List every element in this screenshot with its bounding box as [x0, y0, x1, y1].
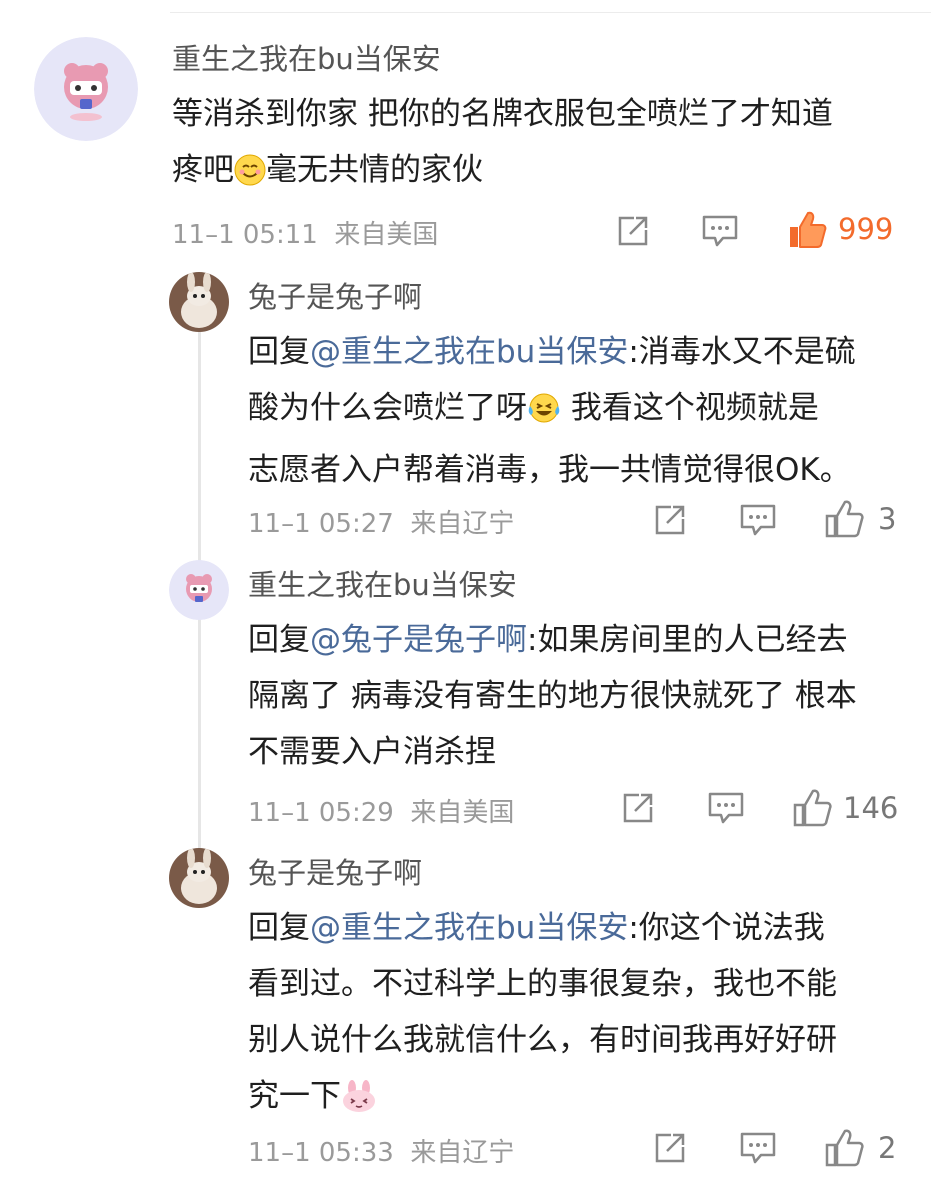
avatar-main-user[interactable] [169, 560, 229, 620]
comment-icon[interactable] [738, 1130, 778, 1166]
thumbs-up-icon[interactable] [822, 1126, 866, 1170]
comment-icon[interactable] [706, 790, 746, 826]
top-divider [170, 12, 931, 13]
main-meta: 11–1 05:11 来自美国 [172, 220, 439, 250]
main-comment-text: 等消杀到你家 把你的名牌衣服包全喷烂了才知道 疼吧 毫无共情的家伙 [172, 86, 912, 204]
mention-link[interactable]: @重生之我在bu当保安 [310, 334, 628, 370]
avatar-main-user[interactable] [34, 37, 138, 141]
share-icon[interactable] [620, 790, 656, 826]
mention-link[interactable]: @兔子是兔子啊 [310, 622, 527, 658]
main-like-count: 999 [838, 212, 894, 246]
reply-1-text: 回复@重生之我在bu当保安:消毒水又不是硫 酸为什么会喷烂了呀 我看这个视频就是… [248, 334, 856, 488]
main-username[interactable]: 重生之我在bu当保安 [172, 36, 441, 78]
reply-2-username[interactable]: 重生之我在bu当保安 [248, 562, 517, 604]
reply-1-meta: 11–1 05:27 来自辽宁 [248, 509, 515, 539]
reply-2-like-count: 146 [843, 791, 899, 825]
reply-1-like-count: 3 [878, 502, 897, 536]
share-icon[interactable] [652, 1130, 688, 1166]
reply-1-username[interactable]: 兔子是兔子啊 [248, 274, 422, 316]
share-icon[interactable] [615, 213, 651, 249]
mention-link[interactable]: @重生之我在bu当保安 [310, 910, 628, 946]
reply-3-meta: 11–1 05:33 来自辽宁 [248, 1138, 515, 1168]
tears-of-joy-emoji [527, 386, 561, 442]
thumbs-up-icon[interactable] [790, 786, 834, 830]
thumbs-up-icon[interactable] [822, 497, 866, 541]
comment-icon[interactable] [700, 213, 740, 249]
pink-bunny-emoji [341, 1074, 377, 1130]
share-icon[interactable] [652, 502, 688, 538]
reply-3-username[interactable]: 兔子是兔子啊 [248, 850, 422, 892]
reply-3-like-count: 2 [878, 1131, 897, 1165]
avatar-rabbit-user[interactable] [169, 848, 229, 908]
avatar-rabbit-user[interactable] [169, 272, 229, 332]
reply-3-text: 回复@重生之我在bu当保安:你这个说法我 看到过。不过科学上的事很复杂，我也不能… [248, 900, 908, 1130]
comment-icon[interactable] [738, 502, 778, 538]
thumbs-up-icon[interactable] [785, 208, 829, 252]
reply-2-meta: 11–1 05:29 来自美国 [248, 798, 515, 828]
reply-2-text: 回复@兔子是兔子啊:如果房间里的人已经去 隔离了 病毒没有寄生的地方很快就死了 … [248, 622, 857, 770]
smiling-face-emoji [234, 148, 266, 204]
